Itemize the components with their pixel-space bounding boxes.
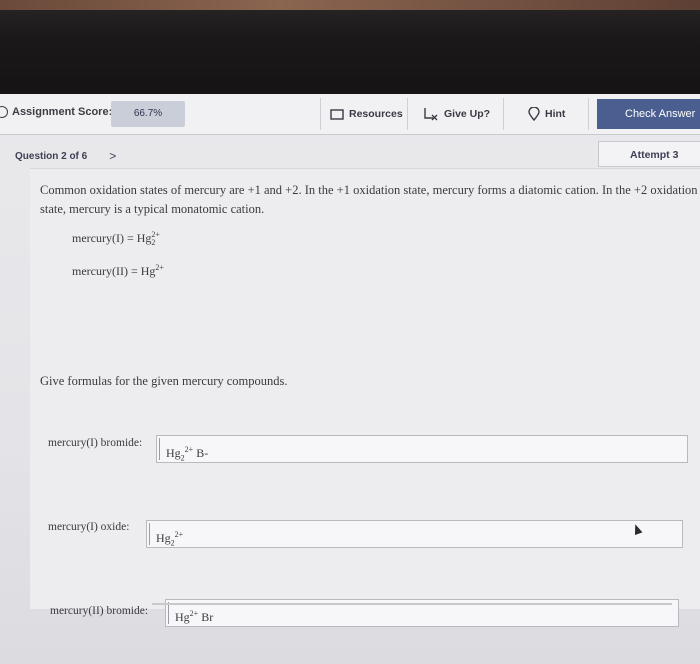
attempt-indicator: Attempt 3 bbox=[598, 141, 700, 167]
question-panel: Common oxidation states of mercury are +… bbox=[30, 168, 700, 627]
answer-label-mercury-ii-bromide: mercury(II) bromide: bbox=[50, 605, 149, 617]
toolbar-divider bbox=[407, 98, 408, 130]
toolbar-divider bbox=[503, 98, 504, 130]
toolbar-divider bbox=[320, 98, 321, 130]
assignment-score-label: Assignment Score: bbox=[12, 106, 113, 118]
answer-value: Hg22+ B- bbox=[159, 438, 208, 462]
answer-value: Hg22+ bbox=[149, 523, 183, 547]
answer-label-mercury-i-bromide: mercury(I) bromide: bbox=[48, 437, 143, 449]
give-up-button[interactable]: Give Up? bbox=[423, 94, 490, 134]
give-up-icon bbox=[424, 108, 438, 121]
resources-label: Resources bbox=[349, 108, 403, 120]
check-answer-button[interactable]: Check Answer bbox=[597, 99, 700, 129]
resources-button[interactable]: Resources bbox=[330, 94, 403, 134]
next-question-chevron-icon[interactable]: > bbox=[109, 149, 116, 163]
circle-icon bbox=[0, 106, 8, 118]
give-up-label: Give Up? bbox=[444, 108, 491, 120]
question-nav: Question 2 of 6 > bbox=[15, 149, 116, 163]
panel-divider bbox=[152, 603, 672, 605]
hint-icon bbox=[528, 107, 540, 121]
equation-mercury-ii: mercury(II) = Hg2+ bbox=[72, 263, 164, 278]
question-counter: Question 2 of 6 bbox=[15, 150, 88, 162]
resources-icon bbox=[330, 108, 344, 120]
hint-label: Hint bbox=[545, 108, 566, 120]
equation-mercury-i: mercury(I) = Hg 2+ 2 bbox=[72, 230, 160, 248]
toolbar-divider bbox=[588, 98, 589, 130]
monitor-bezel bbox=[0, 0, 700, 96]
answer-value: Hg2+ Br bbox=[168, 602, 213, 624]
answer-field-mercury-i-bromide[interactable]: Hg22+ B- bbox=[156, 435, 688, 463]
question-prompt: Give formulas for the given mercury comp… bbox=[40, 374, 288, 388]
question-intro: Common oxidation states of mercury are +… bbox=[40, 183, 698, 216]
answer-field-mercury-i-oxide[interactable]: Hg22+ bbox=[146, 520, 683, 548]
assignment-score: Assignment Score: bbox=[0, 106, 112, 118]
answer-label-mercury-i-oxide: mercury(I) oxide: bbox=[48, 521, 130, 533]
assignment-score-value: 66.7% bbox=[111, 101, 185, 127]
hint-button[interactable]: Hint bbox=[528, 94, 565, 134]
desk-edge bbox=[0, 0, 700, 10]
assignment-toolbar: Assignment Score: 66.7% Resources Give U… bbox=[0, 94, 700, 135]
screen: Assignment Score: 66.7% Resources Give U… bbox=[0, 94, 700, 664]
